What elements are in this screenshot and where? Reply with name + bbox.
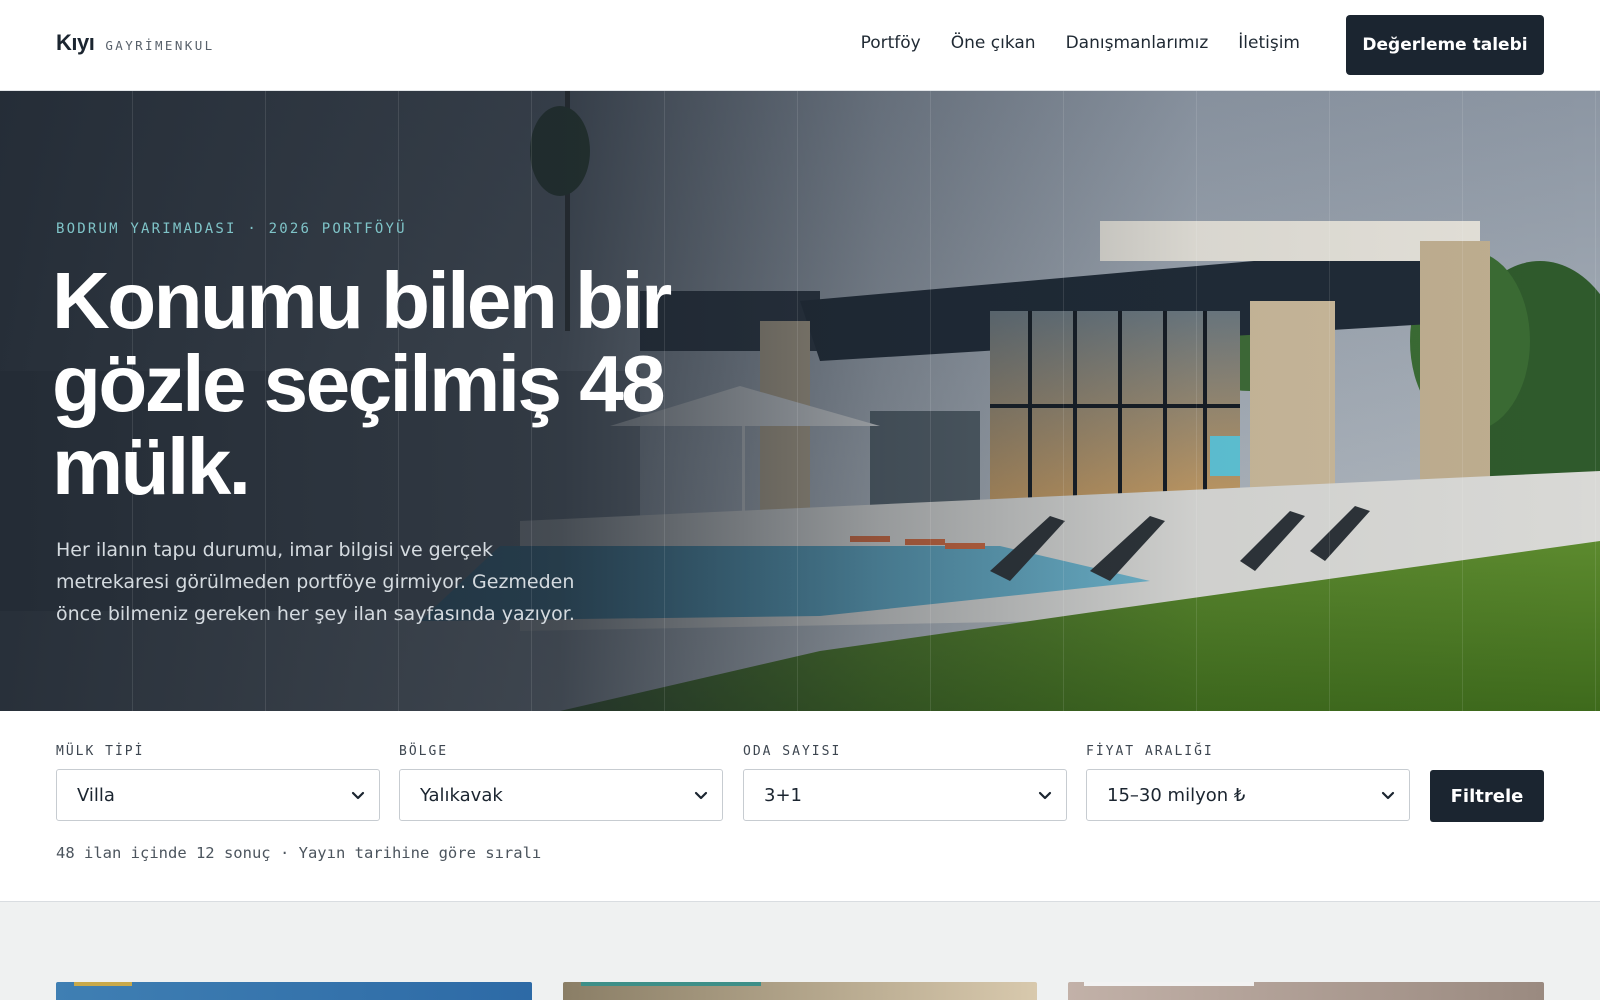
main-nav: Portföy Öne çıkan Danışmanlarımız İletiş… <box>861 33 1300 53</box>
hero-description: Her ilanın tapu durumu, imar bilgisi ve … <box>56 539 575 625</box>
rooms-select[interactable]: 3+1 <box>743 769 1067 821</box>
price-range-label: FİYAT ARALIĞI <box>1086 744 1214 759</box>
filter-bar: MÜLK TİPİ Villa BÖLGE Yalıkavak ODA SAYI… <box>0 711 1600 902</box>
filter-submit-button[interactable]: Filtrele <box>1430 770 1544 822</box>
listing-card-preview[interactable] <box>56 982 532 1000</box>
property-type-select[interactable]: Villa <box>56 769 380 821</box>
brand-logo[interactable]: Kıyı GAYRİMENKUL <box>56 30 215 56</box>
filter-rooms: ODA SAYISI 3+1 <box>743 744 1067 821</box>
price-range-value: 15–30 milyon ₺ <box>1107 784 1246 806</box>
region-value: Yalıkavak <box>420 784 503 806</box>
brand-subtitle: GAYRİMENKUL <box>105 38 215 53</box>
rooms-label: ODA SAYISI <box>743 744 842 759</box>
nav-advisors[interactable]: Danışmanlarımız <box>1066 33 1209 53</box>
hero-title: Konumu bilen bir gözle seçilmiş 48 mülk. <box>52 256 672 511</box>
listing-badge <box>581 982 761 986</box>
chevron-down-icon <box>351 791 365 800</box>
listing-card-preview[interactable] <box>1068 982 1544 1000</box>
filter-price-range: FİYAT ARALIĞI 15–30 milyon ₺ <box>1086 744 1410 821</box>
site-header: Kıyı GAYRİMENKUL Portföy Öne çıkan Danış… <box>0 0 1600 91</box>
filter-property-type: MÜLK TİPİ Villa <box>56 744 380 821</box>
hero-eyebrow: BODRUM YARIMADASI · 2026 PORTFÖYÜ <box>56 221 407 237</box>
chevron-down-icon <box>1038 791 1052 800</box>
results-summary: 48 ilan içinde 12 sonuç · Yayın tarihine… <box>56 844 542 862</box>
nav-featured[interactable]: Öne çıkan <box>951 33 1036 53</box>
valuation-request-button[interactable]: Değerleme talebi <box>1346 15 1544 75</box>
chevron-down-icon <box>1381 791 1395 800</box>
chevron-down-icon <box>694 791 708 800</box>
filter-region: BÖLGE Yalıkavak <box>399 744 723 821</box>
property-type-label: MÜLK TİPİ <box>56 744 145 759</box>
region-select[interactable]: Yalıkavak <box>399 769 723 821</box>
region-label: BÖLGE <box>399 744 449 759</box>
property-type-value: Villa <box>77 784 115 806</box>
nav-portfolio[interactable]: Portföy <box>861 33 921 53</box>
listing-badge <box>1084 982 1254 986</box>
rooms-value: 3+1 <box>764 784 802 806</box>
price-range-select[interactable]: 15–30 milyon ₺ <box>1086 769 1410 821</box>
brand-name: Kıyı <box>56 30 95 55</box>
listing-badge <box>74 982 132 986</box>
nav-contact[interactable]: İletişim <box>1238 33 1300 53</box>
listing-card-preview[interactable] <box>563 982 1037 1000</box>
hero-section: BODRUM YARIMADASI · 2026 PORTFÖYÜ Konumu… <box>0 91 1600 711</box>
